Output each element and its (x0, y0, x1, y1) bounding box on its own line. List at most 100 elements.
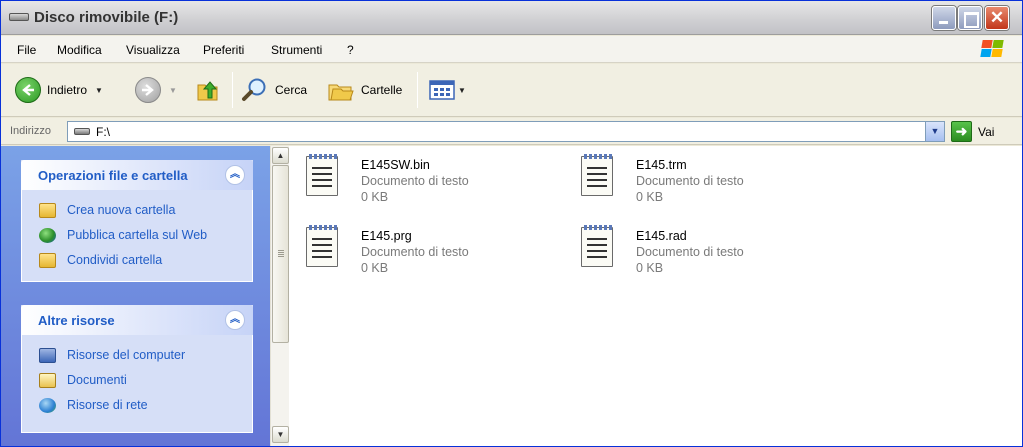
file-type: Documento di testo (361, 245, 469, 259)
file-tasks-panel: Operazioni file e cartella ︽ Crea nuova … (21, 160, 253, 282)
other-places-list: Risorse del computer Documenti Risorse d… (21, 335, 253, 433)
explorer-window: Disco rimovibile (F:) ✕ File Modifica Vi… (0, 0, 1023, 447)
views-dropdown-icon[interactable]: ▼ (458, 86, 466, 95)
close-button[interactable]: ✕ (985, 6, 1009, 30)
task-label: Pubblica cartella sul Web (67, 228, 208, 242)
menu-visualizza[interactable]: Visualizza (126, 43, 180, 57)
back-dropdown-icon[interactable]: ▼ (95, 86, 103, 95)
file-name: E145.trm (636, 158, 687, 172)
menu-file[interactable]: File (17, 43, 36, 57)
other-places-panel: Altre risorse ︽ Risorse del computer Doc… (21, 305, 253, 433)
menu-help[interactable]: ? (347, 43, 354, 57)
forward-button[interactable]: ▼ (135, 76, 177, 104)
drive-icon (74, 128, 90, 135)
collapse-chevron-icon[interactable]: ︽ (225, 165, 245, 185)
folders-button[interactable]: Cartelle (327, 76, 402, 104)
share-folder-icon (39, 253, 56, 268)
globe-icon (39, 228, 56, 243)
forward-arrow-icon (135, 77, 161, 103)
collapse-chevron-icon[interactable]: ︽ (225, 310, 245, 330)
close-icon: ✕ (989, 8, 1005, 27)
place-network[interactable]: Risorse di rete (22, 393, 252, 418)
text-document-icon (581, 154, 613, 196)
menu-preferiti[interactable]: Preferiti (203, 43, 244, 57)
file-tasks-title: Operazioni file e cartella (38, 168, 188, 183)
grip-icon (278, 250, 284, 251)
folders-icon (328, 84, 354, 101)
place-my-computer[interactable]: Risorse del computer (22, 343, 252, 368)
removable-drive-icon (9, 13, 29, 21)
file-name: E145SW.bin (361, 158, 430, 172)
window-title: Disco rimovibile (F:) (34, 9, 179, 26)
file-item[interactable]: E145.rad Documento di testo 0 KB (581, 225, 831, 287)
go-label: Vai (978, 124, 995, 139)
views-button[interactable]: ▼ (428, 76, 466, 104)
place-label: Documenti (67, 373, 127, 387)
place-label: Risorse di rete (67, 398, 148, 412)
text-document-icon (306, 225, 338, 267)
computer-icon (39, 348, 56, 363)
task-label: Crea nuova cartella (67, 203, 176, 217)
file-item[interactable]: E145.prg Documento di testo 0 KB (306, 225, 556, 287)
folders-label: Cartelle (361, 83, 403, 97)
file-tasks-list: Crea nuova cartella Pubblica cartella su… (21, 190, 253, 282)
address-dropdown-icon[interactable]: ▼ (925, 122, 944, 141)
place-documents[interactable]: Documenti (22, 368, 252, 393)
menu-strumenti[interactable]: Strumenti (271, 43, 322, 57)
back-label: Indietro (47, 83, 88, 97)
toolbar: Indietro ▼ ▼ Cerca Cartelle ▼ (1, 64, 1022, 117)
scroll-thumb[interactable] (272, 165, 289, 343)
other-places-title: Altre risorse (38, 313, 115, 328)
place-label: Risorse del computer (67, 348, 186, 362)
search-button[interactable]: Cerca (241, 76, 307, 104)
new-folder-icon (39, 203, 56, 218)
windows-logo-icon (978, 38, 1008, 60)
go-button[interactable]: ➜ Vai (951, 121, 994, 142)
task-publish-web[interactable]: Pubblica cartella sul Web (22, 223, 252, 248)
forward-dropdown-icon[interactable]: ▼ (169, 86, 177, 95)
views-icon (429, 80, 455, 100)
vertical-scrollbar[interactable]: ▲ ▼ (270, 146, 289, 446)
title-bar[interactable]: Disco rimovibile (F:) ✕ (1, 1, 1022, 35)
menu-bar: File Modifica Visualizza Preferiti Strum… (1, 36, 1022, 63)
file-name: E145.prg (361, 229, 412, 243)
search-label: Cerca (275, 83, 308, 97)
documents-icon (39, 373, 56, 388)
up-folder-button[interactable] (195, 76, 221, 104)
folder-up-icon (197, 81, 218, 101)
file-type: Documento di testo (636, 245, 744, 259)
address-input[interactable]: F:\ ▼ (67, 121, 945, 142)
back-button[interactable]: Indietro ▼ (15, 76, 103, 104)
scroll-up-icon[interactable]: ▲ (272, 147, 289, 164)
address-label: Indirizzo (10, 125, 51, 137)
file-item[interactable]: E145.trm Documento di testo 0 KB (581, 154, 831, 216)
file-type: Documento di testo (361, 174, 469, 188)
other-places-header[interactable]: Altre risorse ︽ (21, 305, 253, 335)
minimize-button[interactable] (932, 6, 956, 30)
task-pane: Operazioni file e cartella ︽ Crea nuova … (1, 146, 270, 446)
toolbar-separator (232, 72, 233, 108)
file-tasks-header[interactable]: Operazioni file e cartella ︽ (21, 160, 253, 190)
menu-modifica[interactable]: Modifica (57, 43, 102, 57)
address-bar: Indirizzo F:\ ▼ ➜ Vai (1, 118, 1022, 145)
network-icon (39, 398, 56, 413)
task-share-folder[interactable]: Condividi cartella (22, 248, 252, 273)
file-size: 0 KB (636, 190, 664, 204)
back-arrow-icon (15, 77, 41, 103)
go-arrow-icon: ➜ (951, 121, 972, 142)
file-type: Documento di testo (636, 174, 744, 188)
file-name: E145.rad (636, 229, 687, 243)
task-new-folder[interactable]: Crea nuova cartella (22, 198, 252, 223)
file-item[interactable]: E145SW.bin Documento di testo 0 KB (306, 154, 556, 216)
file-size: 0 KB (361, 190, 389, 204)
file-size: 0 KB (636, 261, 664, 275)
task-label: Condividi cartella (67, 253, 163, 267)
text-document-icon (581, 225, 613, 267)
magnifier-icon (242, 78, 266, 101)
maximize-button[interactable] (958, 6, 982, 30)
address-value: F:\ (96, 125, 110, 139)
scroll-down-icon[interactable]: ▼ (272, 426, 289, 443)
text-document-icon (306, 154, 338, 196)
file-size: 0 KB (361, 261, 389, 275)
toolbar-separator (417, 72, 418, 108)
